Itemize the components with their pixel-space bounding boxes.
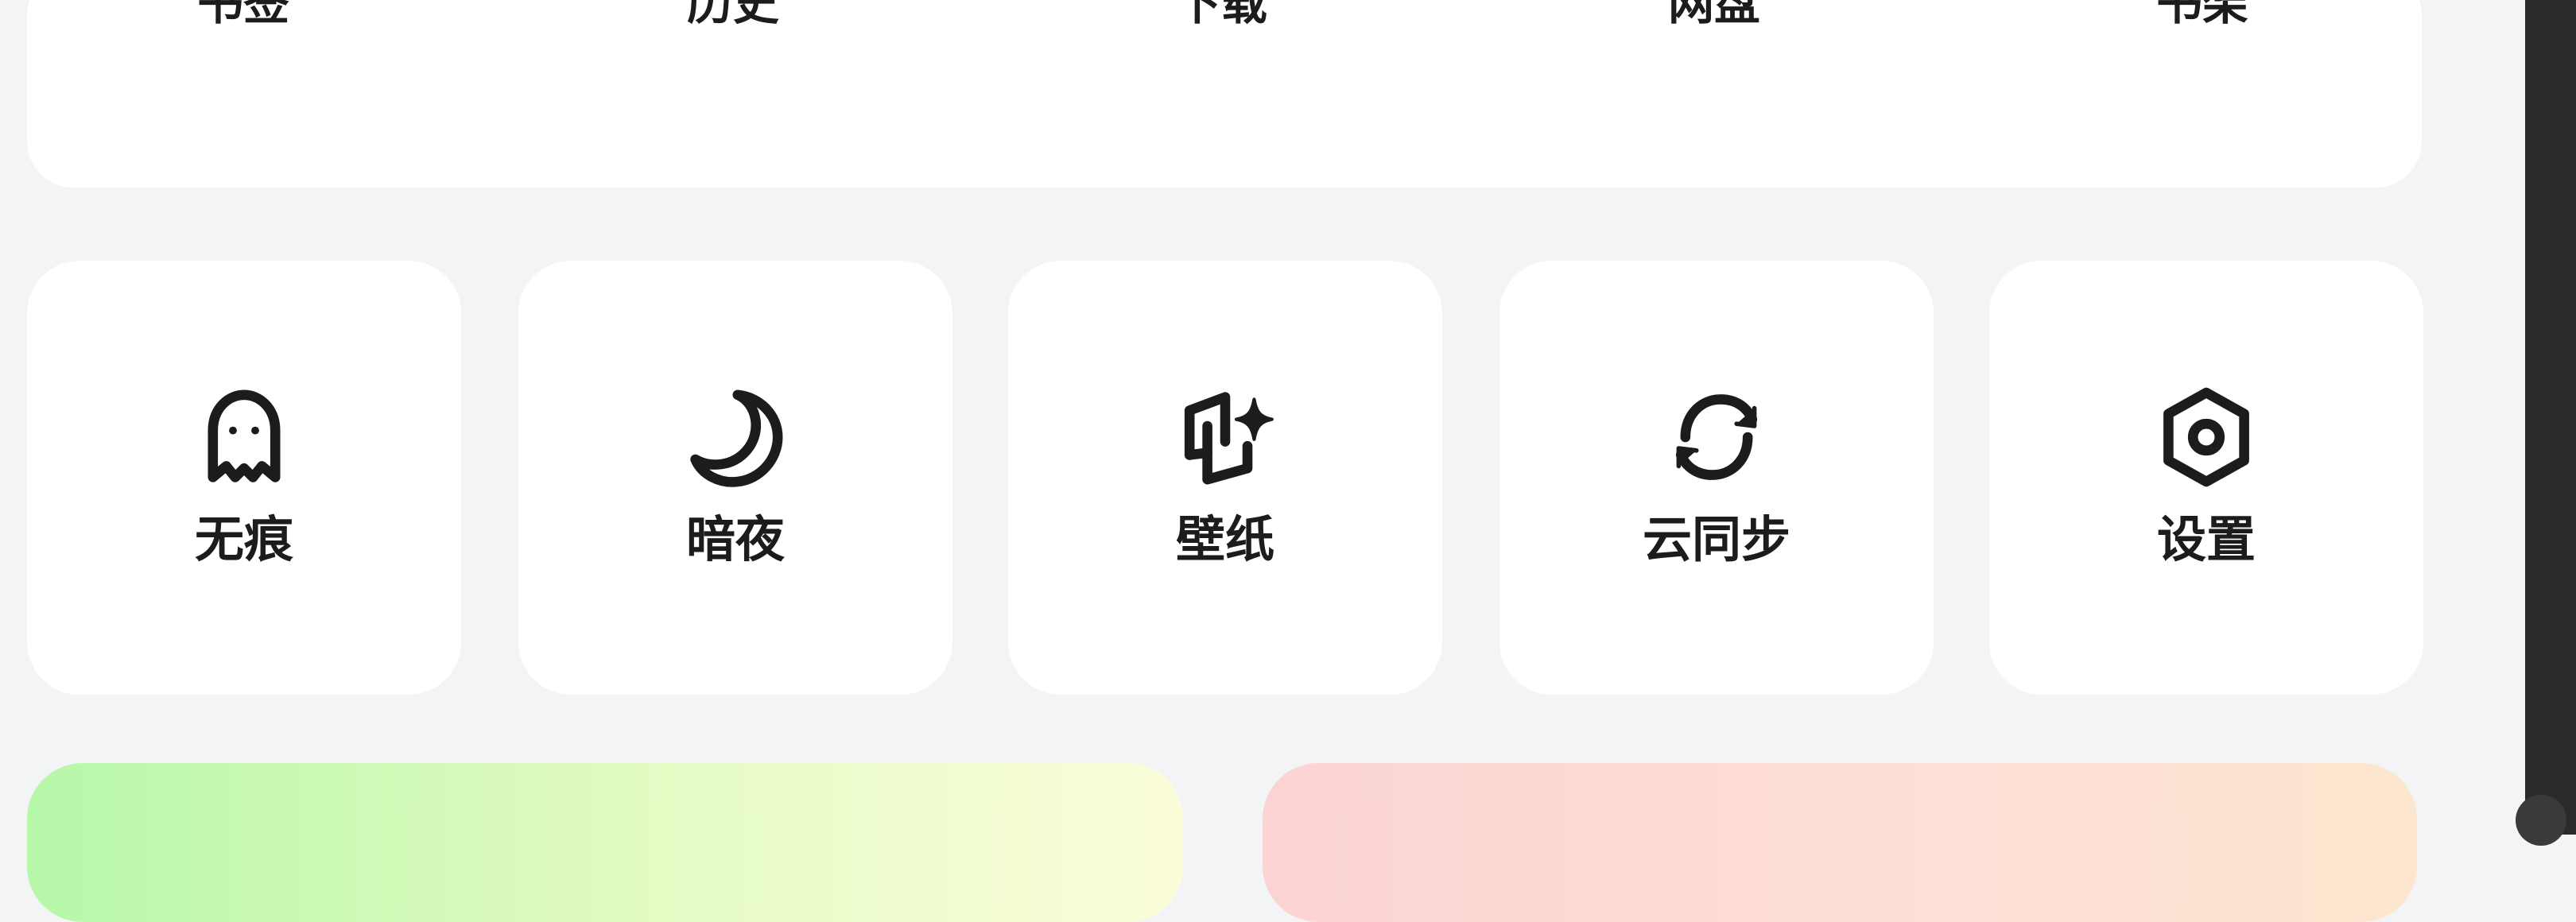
floating-badge xyxy=(2516,795,2566,846)
settings-label: 设置 xyxy=(2156,510,2256,568)
menu-item-bookshelf[interactable]: 书架 xyxy=(2083,0,2322,32)
menu-item-label: 书签 xyxy=(196,0,289,30)
incognito-button[interactable]: 无痕 xyxy=(27,261,461,695)
settings-hexagon-icon xyxy=(2151,382,2262,493)
menu-item-downloads[interactable]: 下载 xyxy=(1102,0,1340,32)
menu-item-label: 历史 xyxy=(686,0,779,30)
cloud-sync-button[interactable]: 云同步 xyxy=(1499,261,1934,695)
incognito-label: 无痕 xyxy=(194,510,293,568)
wallpaper-label: 壁纸 xyxy=(1175,510,1274,568)
menu-item-history[interactable]: 历史 xyxy=(614,0,852,32)
dark-mode-button[interactable]: 暗夜 xyxy=(518,261,952,695)
menu-item-bookmarks[interactable]: 书签 xyxy=(124,0,363,32)
promo-banner-pink[interactable] xyxy=(1263,763,2417,922)
menu-item-cloud-drive[interactable]: 网盘 xyxy=(1595,0,1833,32)
dark-mode-label: 暗夜 xyxy=(685,510,785,568)
wallpaper-icon xyxy=(1170,382,1281,493)
menu-item-label: 下载 xyxy=(1174,0,1267,30)
cloud-sync-label: 云同步 xyxy=(1642,510,1790,568)
wallpaper-button[interactable]: 壁纸 xyxy=(1008,261,1442,695)
sync-icon xyxy=(1661,382,1772,493)
window-edge-bar xyxy=(2525,0,2576,835)
ghost-icon xyxy=(188,382,300,493)
settings-button[interactable]: 设置 xyxy=(1989,261,2423,695)
menu-item-label: 书架 xyxy=(2155,0,2248,30)
promo-banner-green[interactable] xyxy=(27,763,1183,922)
menu-item-label: 网盘 xyxy=(1667,0,1760,30)
moon-icon xyxy=(680,382,791,493)
